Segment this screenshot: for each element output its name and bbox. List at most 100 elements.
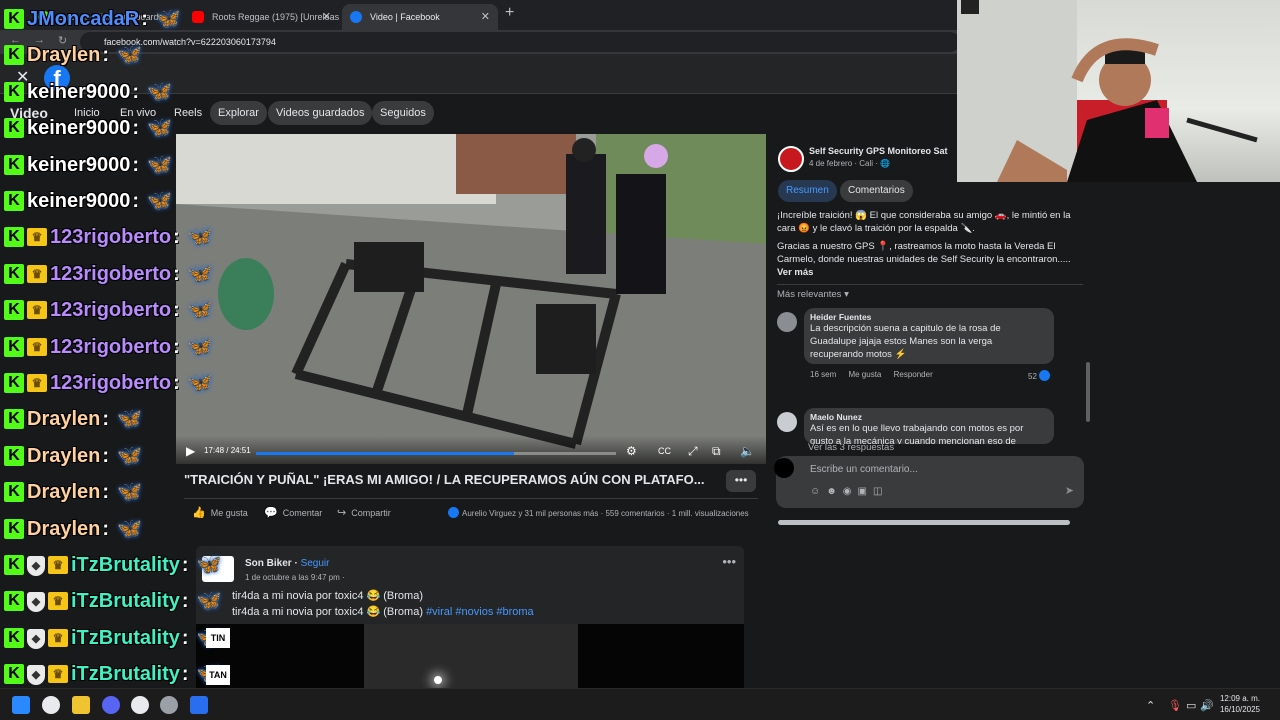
- camera-icon[interactable]: ◉: [843, 486, 858, 497]
- tab-resumen[interactable]: Resumen: [778, 180, 837, 202]
- light-spot: [434, 676, 442, 684]
- post-options-icon[interactable]: •••: [722, 554, 736, 569]
- close-tab-icon[interactable]: ✕: [481, 4, 490, 30]
- chat-message: K◆♛iTzBrutality:🦋: [4, 661, 221, 687]
- gif-icon[interactable]: ▣: [857, 486, 872, 497]
- avatar-sticker-icon[interactable]: ☺: [810, 486, 826, 497]
- tab-facebook-video[interactable]: Video | Facebook ✕: [342, 4, 498, 30]
- new-tab-icon[interactable]: +: [505, 4, 514, 22]
- chat-side-badge: TIN: [202, 628, 230, 648]
- send-icon[interactable]: ➤: [1065, 484, 1074, 497]
- chat-username[interactable]: Draylen: [27, 408, 100, 430]
- chat-username[interactable]: iTzBrutality: [71, 627, 180, 649]
- captions-icon[interactable]: CC: [658, 446, 671, 456]
- file-explorer-icon[interactable]: [72, 696, 90, 714]
- chat-username[interactable]: keiner9000: [27, 154, 130, 176]
- video-progress-bar[interactable]: [256, 452, 616, 455]
- pip-icon[interactable]: ⧉: [712, 444, 721, 459]
- reactions-text[interactable]: Aurelio Virguez y 31 mil personas más: [462, 509, 598, 518]
- butterfly-emote-icon: 🦋: [196, 554, 222, 576]
- chat-username[interactable]: 123rigoberto: [50, 372, 171, 394]
- chrome-icon[interactable]: [42, 696, 60, 714]
- obs-icon[interactable]: [160, 696, 178, 714]
- chat-side-badge: TAN: [202, 665, 230, 685]
- nav-seguidos[interactable]: Seguidos: [372, 101, 434, 125]
- video-player[interactable]: ▶ 17:48 / 24:51 ⚙ CC ⤢ ⧉ 🔈: [176, 134, 766, 464]
- butterfly-emote-icon: 🦋: [187, 299, 213, 322]
- chat-separator: :: [102, 408, 110, 431]
- tray-chevron-up-icon[interactable]: ⌃: [1146, 699, 1155, 712]
- moderator-shield-icon: ◆: [27, 628, 45, 649]
- globe-icon: 🌐: [880, 159, 891, 168]
- fullscreen-icon[interactable]: ⤢: [688, 444, 698, 459]
- kick-badge-icon: K: [4, 81, 24, 102]
- chat-username[interactable]: Draylen: [27, 44, 100, 66]
- comment-reply-button[interactable]: Responder: [894, 370, 933, 379]
- avatar[interactable]: [777, 312, 797, 332]
- sticker-icon[interactable]: ◫: [873, 486, 888, 497]
- chat-username[interactable]: iTzBrutality: [71, 590, 180, 612]
- chat-username[interactable]: Draylen: [27, 445, 100, 467]
- comments-scrollbar[interactable]: [1086, 362, 1090, 422]
- chat-username[interactable]: 123rigoberto: [50, 226, 171, 248]
- hashtags[interactable]: #viral #novios #broma: [426, 606, 534, 618]
- sort-comments-dropdown[interactable]: Más relevantes ▾: [777, 289, 849, 300]
- comment-author[interactable]: Heider Fuentes: [810, 312, 1048, 322]
- volume-icon[interactable]: 🔈: [740, 444, 755, 458]
- discord-icon[interactable]: [102, 696, 120, 714]
- butterfly-emote-icon: 🦋: [117, 517, 142, 540]
- chat-username[interactable]: 123rigoberto: [50, 263, 171, 285]
- settings-icon[interactable]: ⚙: [626, 444, 637, 458]
- emoji-icon[interactable]: ☻: [826, 486, 843, 497]
- comment-button[interactable]: 💬 Comentar: [264, 506, 322, 519]
- divider: [184, 498, 758, 499]
- comment-composer[interactable]: Escribe un comentario... ☺☻◉▣◫ ➤: [774, 456, 1084, 508]
- badge-tan: TAN: [206, 665, 230, 685]
- app-icon[interactable]: [190, 696, 208, 714]
- crown-icon: ♛: [27, 374, 47, 392]
- network-icon[interactable]: ▭: [1186, 699, 1196, 712]
- crown-icon: ♛: [48, 556, 68, 574]
- chat-username[interactable]: 123rigoberto: [50, 336, 171, 358]
- tab-label: Video | Facebook: [370, 12, 440, 22]
- more-options-button[interactable]: •••: [726, 470, 756, 492]
- chat-username[interactable]: iTzBrutality: [71, 554, 180, 576]
- horizontal-scrollbar[interactable]: [778, 520, 1070, 525]
- see-more-link[interactable]: Ver más: [777, 267, 813, 278]
- chat-username[interactable]: JMoncadaR: [27, 8, 139, 30]
- post-description: ¡Increíble traición! 😱 El que considerab…: [777, 209, 1087, 284]
- system-clock[interactable]: 12:09 a. m. 16/10/2025: [1210, 693, 1270, 715]
- chat-username[interactable]: keiner9000: [27, 117, 130, 139]
- kick-badge-icon: K: [4, 227, 24, 248]
- nav-videos-guardados[interactable]: Videos guardados: [268, 101, 373, 125]
- page-name[interactable]: Self Security GPS Monitoreo Sat: [809, 146, 948, 156]
- chrome-profile-icon[interactable]: [131, 696, 149, 714]
- comment-input[interactable]: Escribe un comentario...: [810, 464, 918, 475]
- post-caption-title: tir4da a mi novia por toxic4 😂 (Broma): [232, 590, 423, 602]
- comment-bubble: Heider Fuentes La descripción suena a ca…: [804, 308, 1054, 364]
- kick-badge-icon: K: [4, 482, 24, 503]
- chat-username[interactable]: Draylen: [27, 518, 100, 540]
- page-avatar[interactable]: [778, 146, 804, 172]
- comment-like-button[interactable]: Me gusta: [848, 370, 881, 379]
- windows-start-icon[interactable]: [12, 696, 30, 714]
- chat-username[interactable]: iTzBrutality: [71, 663, 180, 685]
- close-tab-icon[interactable]: ✕: [322, 4, 331, 30]
- chat-username[interactable]: Draylen: [27, 481, 100, 503]
- chat-username[interactable]: keiner9000: [27, 190, 130, 212]
- comment-author[interactable]: Maelo Nunez: [810, 412, 1048, 422]
- post-video-thumbnail[interactable]: [196, 624, 744, 688]
- chat-message: Kkeiner9000: 🦋: [4, 115, 172, 141]
- share-label: Compartir: [351, 508, 391, 518]
- chat-username[interactable]: keiner9000: [27, 81, 130, 103]
- comments-count[interactable]: 559 comentarios: [605, 509, 664, 518]
- webcam-frame: [957, 0, 1258, 182]
- author-name[interactable]: Son Biker: [245, 558, 292, 569]
- avatar[interactable]: [777, 412, 797, 432]
- share-button[interactable]: ↪ Compartir: [337, 506, 391, 519]
- tab-comentarios[interactable]: Comentarios: [840, 180, 913, 202]
- follow-button[interactable]: Seguir: [301, 558, 330, 569]
- chat-username[interactable]: 123rigoberto: [50, 299, 171, 321]
- chat-separator: :: [173, 299, 180, 322]
- microphone-icon[interactable]: 🎙: [1168, 699, 1182, 712]
